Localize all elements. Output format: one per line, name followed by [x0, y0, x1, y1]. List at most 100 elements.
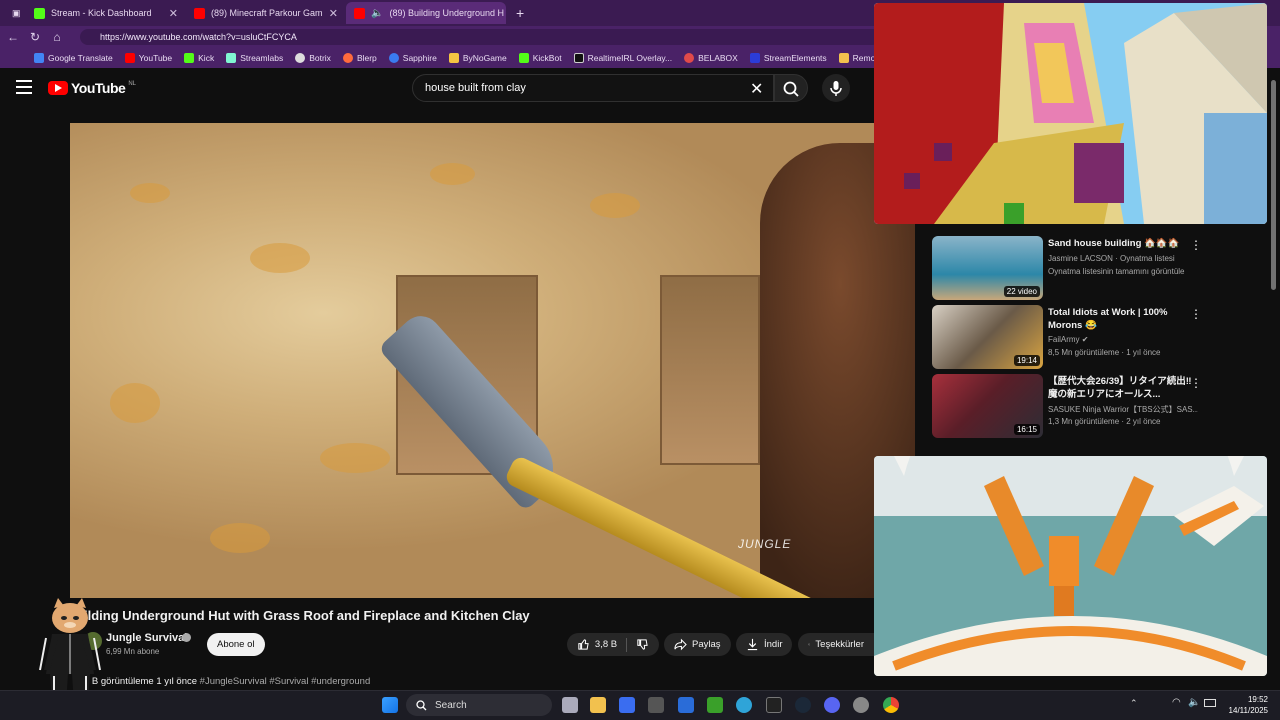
app-icon[interactable]	[648, 697, 664, 713]
search-value: house built from clay	[425, 82, 526, 94]
thanks-button[interactable]: Teşekkürler	[798, 633, 874, 656]
hamburger-menu-icon[interactable]	[16, 80, 32, 94]
taskbar-clock[interactable]: 19:52 14/11/2025	[1222, 694, 1268, 716]
notes-icon[interactable]	[678, 697, 694, 713]
volume-icon[interactable]: 🔈	[1188, 697, 1200, 708]
bookmark-botrix[interactable]: Botrix	[289, 53, 337, 63]
more-options-icon[interactable]: ⋮	[1190, 238, 1202, 252]
bookmark-realtimeirl[interactable]: RealtimeIRL Overlay...	[568, 53, 679, 63]
store-icon[interactable]	[619, 697, 635, 713]
close-icon[interactable]: ✕	[329, 7, 338, 20]
sidebar-scrollbar[interactable]	[1271, 80, 1276, 290]
edge-icon[interactable]	[736, 697, 752, 713]
subscribe-button[interactable]: Abone ol	[207, 633, 265, 656]
tab-kick-dashboard[interactable]: Stream - Kick Dashboard ✕	[26, 2, 186, 24]
youtube-play-icon	[48, 81, 68, 95]
recommendation-item[interactable]: 22 video Sand house building 🏠🏠🏠 Jasmine…	[932, 236, 1272, 300]
recommendation-thumbnail[interactable]: 16:15	[932, 374, 1043, 438]
bookmark-label: Botrix	[309, 53, 331, 63]
playlist-count-badge: 22 video	[1003, 286, 1040, 297]
bookmark-google-translate[interactable]: Google Translate	[28, 53, 119, 63]
view-full-playlist-link[interactable]: Oynatma listesinin tamamını görüntüle	[1048, 267, 1198, 276]
epic-games-icon[interactable]	[766, 697, 782, 713]
bookmark-label: KickBot	[532, 53, 562, 63]
translate-icon	[34, 53, 44, 63]
recommendation-channel[interactable]: Jasmine LACSON · Oynatma listesi	[1048, 254, 1198, 263]
recommendation-title[interactable]: Total Idiots at Work | 100% Morons 😂	[1048, 306, 1193, 332]
bookmark-label: StreamElements	[763, 53, 827, 63]
youtube-icon	[124, 53, 135, 63]
search-button[interactable]	[774, 74, 808, 102]
chevron-up-icon[interactable]: ⌃	[1130, 698, 1138, 709]
recommendation-title[interactable]: Sand house building 🏠🏠🏠	[1048, 237, 1193, 250]
clock-date: 14/11/2025	[1228, 706, 1268, 715]
recommendation-thumbnail[interactable]: 22 video	[932, 236, 1043, 300]
chrome-icon[interactable]	[883, 697, 899, 713]
duration-badge: 16:15	[1013, 424, 1040, 435]
recommendation-channel[interactable]: FailArmy ✔	[1048, 335, 1198, 344]
close-icon[interactable]: ✕	[169, 7, 178, 20]
bookmark-label: ByNoGame	[462, 53, 507, 63]
thumbs-up-icon[interactable]	[577, 638, 590, 651]
minecraft-icon[interactable]	[707, 697, 723, 713]
url-field[interactable]: https://www.youtube.com/watch?v=usluCtFC…	[80, 29, 880, 45]
speaker-icon[interactable]: 🔈	[371, 8, 383, 19]
thanks-label: Teşekkürler	[815, 639, 864, 650]
back-icon[interactable]: ←	[2, 30, 24, 44]
tab-label: (89) Minecraft Parkour Gam	[211, 8, 323, 18]
bookmark-label: Google Translate	[48, 53, 113, 63]
discord-icon[interactable]	[824, 697, 840, 713]
bookmark-kickbot[interactable]: KickBot	[513, 53, 568, 63]
voice-search-button[interactable]	[822, 74, 850, 102]
hashtags[interactable]: #JungleSurvival #Survival #underground	[200, 676, 371, 687]
new-tab-button[interactable]: +	[508, 2, 528, 24]
bookmark-sapphire[interactable]: Sapphire	[383, 53, 443, 63]
download-button[interactable]: İndir	[736, 633, 793, 656]
more-options-icon[interactable]: ⋮	[1190, 376, 1202, 390]
tab-building-underground[interactable]: 🔈 (89) Building Underground H ✕	[346, 2, 506, 24]
steam-icon[interactable]	[795, 697, 811, 713]
bookmark-streamlabs[interactable]: Streamlabs	[220, 53, 289, 63]
video-player[interactable]: JUNGLE	[70, 123, 915, 598]
wifi-icon[interactable]: ◠	[1172, 697, 1181, 708]
battery-icon[interactable]	[1204, 699, 1216, 707]
channel-name[interactable]: Jungle Survival	[106, 632, 187, 644]
super-thanks-icon	[808, 643, 811, 646]
obs-icon[interactable]	[853, 697, 869, 713]
recommendation-stats: 8,5 Mn görüntüleme · 1 yıl önce	[1048, 348, 1161, 357]
tab-actions-icon[interactable]: ▣	[4, 2, 24, 24]
bookmark-streamelements[interactable]: StreamElements	[744, 53, 833, 63]
taskbar-search[interactable]: Search	[406, 694, 552, 716]
more-options-icon[interactable]: ⋮	[1190, 307, 1202, 321]
blerp-icon	[342, 53, 353, 63]
bookmark-bynogame[interactable]: ByNoGame	[443, 53, 513, 63]
subscriber-count: 6,99 Mn abone	[106, 647, 160, 656]
kick-favicon-icon	[34, 7, 45, 19]
recommendation-item[interactable]: 19:14 Total Idiots at Work | 100% Morons…	[932, 305, 1272, 369]
file-explorer-icon[interactable]	[590, 697, 606, 713]
clear-search-icon[interactable]: ✕	[750, 79, 763, 99]
start-icon[interactable]	[382, 697, 398, 713]
bookmark-belabox[interactable]: BELABOX	[678, 53, 744, 63]
youtube-logo[interactable]: YouTube NL	[48, 80, 136, 96]
thumbs-down-icon[interactable]	[636, 638, 649, 651]
search-input[interactable]: house built from clay	[412, 74, 774, 102]
task-view-icon[interactable]	[562, 697, 578, 713]
bookmark-label: Kick	[198, 53, 215, 63]
bookmark-youtube[interactable]: YouTube	[119, 53, 178, 63]
reload-icon[interactable]: ↻	[24, 30, 46, 44]
recommendation-channel[interactable]: SASUKE Ninja Warrior【TBS公式】SAS...	[1048, 404, 1198, 415]
bookmark-kick[interactable]: Kick	[178, 53, 220, 63]
verified-badge-icon	[182, 633, 191, 642]
tab-minecraft-parkour[interactable]: (89) Minecraft Parkour Gam ✕	[186, 2, 346, 24]
share-button[interactable]: Paylaş	[664, 633, 731, 656]
description-summary[interactable]: 8 B görüntüleme 1 yıl önce #JungleSurviv…	[84, 676, 370, 687]
windows-taskbar	[0, 690, 1280, 720]
video-watermark: JUNGLE	[738, 537, 792, 551]
home-icon[interactable]: ⌂	[46, 30, 68, 44]
like-count[interactable]: 3,8 B	[595, 639, 617, 650]
recommendation-item[interactable]: 16:15 【歴代大会26/39】リタイア続出‼魔の新エリアにオールス... S…	[932, 374, 1272, 438]
recommendation-thumbnail[interactable]: 19:14	[932, 305, 1043, 369]
recommendation-title[interactable]: 【歴代大会26/39】リタイア続出‼魔の新エリアにオールス...	[1048, 375, 1193, 401]
bookmark-blerp[interactable]: Blerp	[337, 53, 383, 63]
